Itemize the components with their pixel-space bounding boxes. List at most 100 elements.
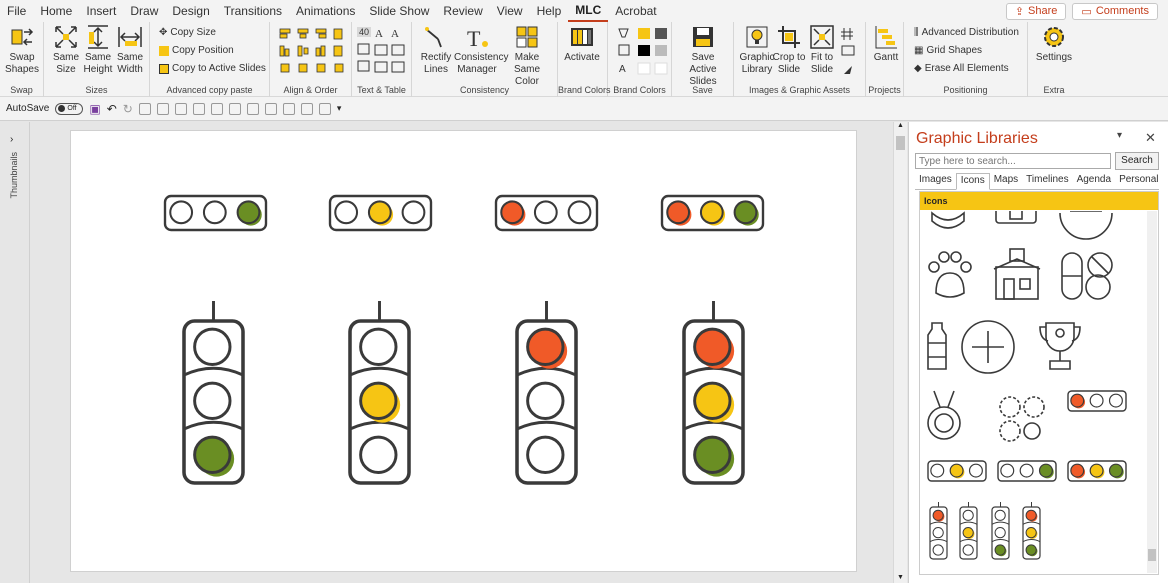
tab-file[interactable]: File xyxy=(0,0,33,22)
save-active-slides-button[interactable]: Save Active Slides xyxy=(678,24,728,88)
hospital-icon[interactable] xyxy=(993,248,1041,300)
qat-align-bottom-icon[interactable] xyxy=(246,102,259,115)
library-scroll-thumb[interactable] xyxy=(1148,549,1156,561)
swap-shapes-button[interactable]: Swap Shapes xyxy=(2,24,42,76)
expand-chevron-icon[interactable]: › xyxy=(10,134,13,145)
make-same-color-button[interactable]: Make Same Color xyxy=(504,24,550,88)
tab-icons[interactable]: Icons xyxy=(955,173,990,190)
brand-color-swatches-icon[interactable]: A xyxy=(616,26,668,78)
lib-traffic-light-v-yellow[interactable] xyxy=(959,502,978,560)
tab-home[interactable]: Home xyxy=(33,0,79,22)
save-icon[interactable]: ▣ xyxy=(89,102,100,116)
tab-acrobat[interactable]: Acrobat xyxy=(608,0,663,22)
tab-draw[interactable]: Draw xyxy=(123,0,165,22)
search-button[interactable]: Search xyxy=(1115,152,1159,170)
qat-distribute-v-icon[interactable] xyxy=(282,102,295,115)
tab-slide-show[interactable]: Slide Show xyxy=(362,0,436,22)
crop-to-slide-button[interactable]: Crop to Slide xyxy=(772,24,806,76)
vertical-traffic-light-4[interactable] xyxy=(682,301,745,485)
consistency-manager-button[interactable]: T Consistency Manager xyxy=(454,24,508,76)
image-tools-icon[interactable] xyxy=(840,26,858,78)
table-tools-icon[interactable] xyxy=(357,42,371,76)
plus-circle-icon[interactable] xyxy=(961,320,1015,374)
horizontal-traffic-light-4[interactable] xyxy=(660,194,765,232)
tab-transitions[interactable]: Transitions xyxy=(217,0,289,22)
slide[interactable] xyxy=(70,130,857,572)
qat-align-middle-icon[interactable] xyxy=(228,102,241,115)
tab-timelines[interactable]: Timelines xyxy=(1022,173,1072,189)
undo-icon[interactable]: ↶ xyxy=(107,102,117,116)
close-icon[interactable]: ✕ xyxy=(1145,130,1156,146)
pills-icon[interactable] xyxy=(1061,252,1113,300)
lib-traffic-light-h-green[interactable] xyxy=(997,460,1057,482)
tab-view[interactable]: View xyxy=(490,0,530,22)
face-mask-icon[interactable] xyxy=(931,211,965,229)
tab-personal[interactable]: Personal xyxy=(1115,173,1162,189)
text-tools-icon[interactable]: A A xyxy=(374,26,408,76)
copy-size-button[interactable]: ✥ Copy Size xyxy=(159,27,216,38)
tab-review[interactable]: Review xyxy=(436,0,489,22)
thumbnails-label[interactable]: Thumbnails xyxy=(9,152,19,199)
paw-icon[interactable] xyxy=(928,251,972,298)
horizontal-traffic-light-1[interactable] xyxy=(163,194,268,232)
autosave-toggle[interactable]: Off xyxy=(55,102,84,115)
qat-tool-icon[interactable] xyxy=(138,102,151,115)
activate-button[interactable]: Activate xyxy=(562,24,602,64)
tab-insert[interactable]: Insert xyxy=(79,0,123,22)
lib-traffic-light-v-red[interactable] xyxy=(929,502,948,560)
align-tools-icon[interactable] xyxy=(278,27,346,77)
vertical-traffic-light-3[interactable] xyxy=(515,301,578,485)
medal-icon[interactable] xyxy=(927,390,961,440)
panel-options-icon[interactable]: ▾ xyxy=(1117,130,1122,141)
qat-align-top-icon[interactable] xyxy=(210,102,223,115)
horizontal-traffic-light-3[interactable] xyxy=(494,194,599,232)
tab-mlc[interactable]: MLC xyxy=(568,1,609,22)
fit-to-slide-button[interactable]: Fit to Slide xyxy=(804,24,840,76)
advanced-distribution-button[interactable]: ⫼ Advanced Distribution xyxy=(914,27,1019,38)
library-scrollbar[interactable] xyxy=(1147,211,1157,573)
rectify-lines-button[interactable]: Rectify Lines xyxy=(416,24,456,76)
bottle-icon[interactable] xyxy=(927,322,947,370)
tab-help[interactable]: Help xyxy=(530,0,569,22)
settings-button[interactable]: Settings xyxy=(1034,24,1074,64)
tab-images[interactable]: Images xyxy=(915,173,956,189)
lib-traffic-light-h-yellow[interactable] xyxy=(927,460,987,482)
tab-design[interactable]: Design xyxy=(165,0,216,22)
vertical-traffic-light-2[interactable] xyxy=(348,301,411,485)
lib-traffic-light-h-all[interactable] xyxy=(1067,460,1127,482)
comments-button[interactable]: ▭ Comments xyxy=(1072,2,1158,20)
qat-align-center-icon[interactable] xyxy=(174,102,187,115)
qat-customize-icon[interactable]: ▾ xyxy=(337,103,342,114)
tab-maps[interactable]: Maps xyxy=(990,173,1022,189)
qat-align-right-icon[interactable] xyxy=(192,102,205,115)
vertical-traffic-light-1[interactable] xyxy=(182,301,245,485)
canvas-scrollbar[interactable]: ▲ ▼ xyxy=(893,122,907,583)
tab-animations[interactable]: Animations xyxy=(289,0,362,22)
lib-traffic-light-v-green[interactable] xyxy=(991,502,1010,560)
lib-traffic-light-h-red[interactable] xyxy=(1067,390,1127,412)
share-button[interactable]: ⇪ Share xyxy=(1005,2,1067,20)
qat-arrange-icon[interactable] xyxy=(318,102,331,115)
copy-to-active-slides-button[interactable]: Copy to Active Slides xyxy=(159,63,266,74)
font-size-badge[interactable]: 40 xyxy=(357,27,372,37)
same-width-button[interactable]: Same Width xyxy=(110,24,150,76)
gears-icon[interactable] xyxy=(999,396,1045,442)
first-aid-kit-icon[interactable] xyxy=(995,211,1037,224)
lib-traffic-light-v-all[interactable] xyxy=(1022,502,1041,560)
erase-all-elements-button[interactable]: ◆ Erase All Elements xyxy=(914,63,1009,74)
copy-position-button[interactable]: Copy Position xyxy=(159,45,234,56)
redo-icon[interactable]: ↻ xyxy=(123,102,133,116)
qat-group-icon[interactable] xyxy=(300,102,313,115)
qat-distribute-h-icon[interactable] xyxy=(264,102,277,115)
minus-circle-icon[interactable] xyxy=(1059,211,1113,240)
gantt-button[interactable]: Gantt xyxy=(866,24,906,64)
scroll-up-icon[interactable]: ▲ xyxy=(897,122,904,129)
scroll-down-icon[interactable]: ▼ xyxy=(897,574,904,581)
scroll-thumb[interactable] xyxy=(896,136,905,150)
qat-align-left-icon[interactable] xyxy=(156,102,169,115)
search-input[interactable] xyxy=(915,153,1111,169)
trophy-icon[interactable] xyxy=(1039,322,1081,370)
tab-agenda[interactable]: Agenda xyxy=(1073,173,1115,189)
grid-shapes-button[interactable]: ▦ Grid Shapes xyxy=(914,45,982,56)
horizontal-traffic-light-2[interactable] xyxy=(328,194,433,232)
